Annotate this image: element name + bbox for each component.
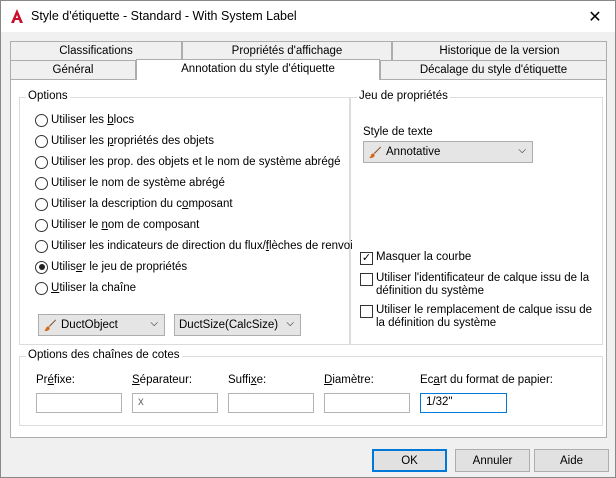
option-radio-row[interactable]: Utiliser le nom de système abrégé: [35, 175, 225, 191]
radio-label: Utiliser les prop. des objets et le nom …: [51, 156, 341, 168]
radio-button[interactable]: [35, 113, 48, 127]
option-radio-row[interactable]: Utiliser les propriétés des objets: [35, 133, 214, 149]
radio-label: Utiliser le nom de composant: [51, 219, 200, 231]
text-style-combo[interactable]: Annotative ⌵: [363, 141, 533, 163]
suffix-input[interactable]: [228, 393, 314, 413]
dialog-window: Style d'étiquette - Standard - With Syst…: [0, 0, 616, 478]
radio-button[interactable]: [35, 197, 48, 211]
option-radio-row[interactable]: Utiliser la chaîne: [35, 280, 136, 296]
radio-button[interactable]: [35, 239, 48, 253]
radio-label: Utiliser les blocs: [51, 114, 135, 126]
radio-button[interactable]: [35, 176, 48, 190]
option-radio-row[interactable]: Utiliser les prop. des objets et le nom …: [35, 154, 341, 170]
option-radio-row[interactable]: Utiliser le nom de composant: [35, 217, 199, 233]
radio-button[interactable]: [35, 155, 48, 169]
radio-button[interactable]: [35, 218, 48, 232]
radio-label: Utiliser le jeu de propriétés: [51, 261, 188, 273]
text-style-label: Style de texte: [363, 126, 433, 138]
paper-gap-label: Ecart du format de papier:: [420, 374, 553, 386]
tab-panel: Options Utiliser les blocs Utiliser les p…: [10, 79, 607, 438]
chevron-down-icon: ⌵: [518, 145, 526, 156]
property-combo-value: DuctSize(CalcSize): [179, 319, 279, 331]
separator-input[interactable]: x: [132, 393, 218, 413]
window-title: Style d'étiquette - Standard - With Syst…: [31, 9, 297, 23]
close-button[interactable]: ✕: [575, 1, 615, 32]
tab-label-style-offset[interactable]: Décalage du style d'étiquette: [380, 60, 607, 79]
tab-label: Historique de la version: [439, 45, 560, 57]
checkbox[interactable]: [360, 273, 373, 286]
tab-row-2: Général Annotation du style d'étiquette …: [10, 59, 607, 80]
cancel-label: Annuler: [472, 454, 513, 467]
paintbrush-icon: [369, 146, 381, 159]
prefix-input[interactable]: [36, 393, 122, 413]
radio-label: Utiliser les indicateurs de direction du…: [51, 240, 353, 252]
radio-label: Utiliser la description du composant: [51, 198, 233, 210]
separator-label: Séparateur:: [132, 374, 193, 386]
tab-version-history[interactable]: Historique de la version: [392, 41, 607, 60]
options-group-title: Options: [26, 90, 70, 102]
tab-label: Annotation du style d'étiquette: [181, 63, 335, 75]
layer-override-checkbox-row[interactable]: Utiliser le remplacement de calque issu …: [360, 304, 596, 330]
check-label: Utiliser le remplacement de calque issu …: [376, 304, 593, 329]
property-combo[interactable]: DuctSize(CalcSize) ⌵: [174, 314, 301, 336]
diameter-input[interactable]: [324, 393, 410, 413]
radio-button[interactable]: [35, 281, 48, 295]
ok-button[interactable]: OK: [372, 449, 447, 472]
tab-label-style-annotation[interactable]: Annotation du style d'étiquette: [136, 59, 380, 80]
checkbox[interactable]: [360, 305, 373, 318]
chevron-down-icon: ⌵: [150, 318, 158, 329]
dimension-group-title: Options des chaînes de cotes: [26, 349, 182, 361]
ok-label: OK: [401, 454, 418, 467]
tab-label: Classifications: [59, 45, 133, 57]
layer-id-checkbox-row[interactable]: Utiliser l'identificateur de calque issu…: [360, 272, 596, 298]
radio-label: Utiliser le nom de système abrégé: [51, 177, 225, 189]
cancel-button[interactable]: Annuler: [455, 449, 530, 472]
help-button[interactable]: Aide: [534, 449, 609, 472]
paintbrush-icon: [44, 319, 56, 332]
help-label: Aide: [559, 454, 584, 467]
text-style-value: Annotative: [386, 146, 441, 158]
tab-row-1: Classifications Propriétés d'affichage H…: [10, 41, 607, 60]
propset-group-title: Jeu de propriétés: [357, 90, 450, 102]
chevron-down-icon: ⌵: [286, 318, 294, 329]
dimension-strings-group: Options des chaînes de cotes: [19, 349, 603, 426]
title-bar: Style d'étiquette - Standard - With Syst…: [1, 1, 615, 32]
radio-label: Utiliser les propriétés des objets: [51, 135, 215, 147]
option-radio-row[interactable]: Utiliser les indicateurs de direction du…: [35, 238, 353, 254]
checkbox[interactable]: ✓: [360, 252, 373, 265]
tab-label: Propriétés d'affichage: [231, 45, 343, 57]
prefix-label: Préfixe:: [36, 374, 75, 386]
option-radio-row[interactable]: Utiliser le jeu de propriétés: [35, 259, 187, 275]
check-label: Masquer la courbe: [376, 251, 472, 263]
autocad-logo-icon: [11, 9, 23, 23]
tab-label: Général: [52, 64, 94, 76]
option-radio-row[interactable]: Utiliser les blocs: [35, 112, 134, 128]
close-icon: ✕: [588, 8, 602, 26]
option-radio-row[interactable]: Utiliser la description du composant: [35, 196, 233, 212]
paper-gap-input[interactable]: 1/32": [420, 393, 507, 413]
radio-button[interactable]: [35, 260, 48, 274]
tab-general[interactable]: Général: [10, 60, 136, 79]
diameter-label: Diamètre:: [324, 374, 374, 386]
radio-button[interactable]: [35, 134, 48, 148]
tab-label: Décalage du style d'étiquette: [419, 64, 568, 76]
hide-curve-checkbox-row[interactable]: ✓ Masquer la courbe: [360, 251, 596, 265]
propset-combo[interactable]: DuctObject ⌵: [38, 314, 165, 336]
tab-display-properties[interactable]: Propriétés d'affichage: [182, 41, 392, 60]
propset-combo-value: DuctObject: [61, 319, 118, 331]
suffix-label: Suffixe:: [228, 374, 267, 386]
check-label: Utiliser l'identificateur de calque issu…: [376, 272, 590, 297]
tab-classifications[interactable]: Classifications: [10, 41, 182, 60]
radio-label: Utiliser la chaîne: [51, 282, 137, 294]
